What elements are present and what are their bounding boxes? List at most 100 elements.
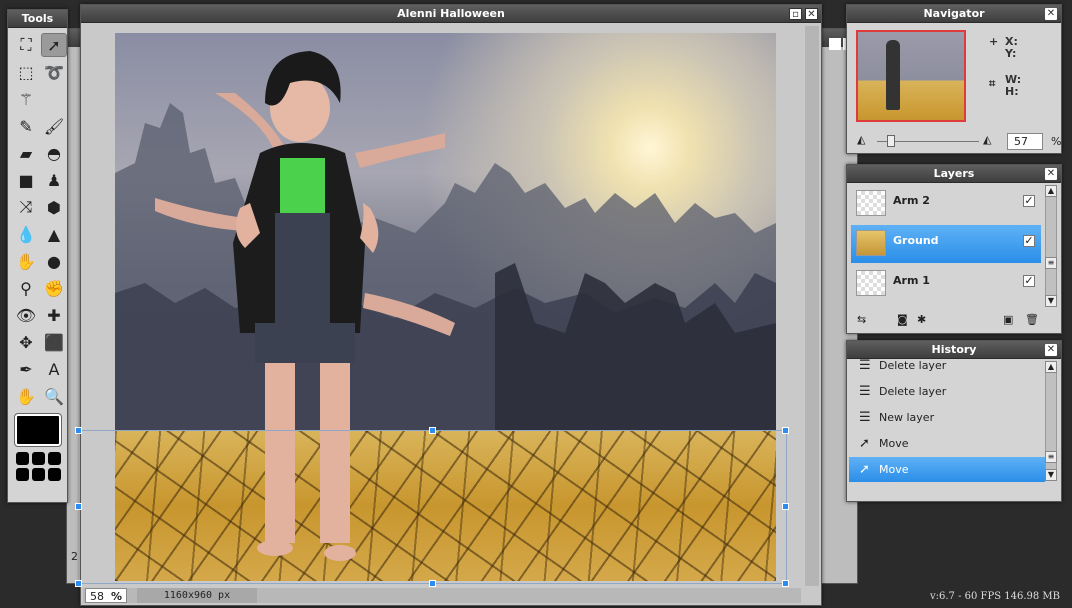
- smudge-icon[interactable]: ✋: [13, 249, 39, 273]
- color-picker-icon[interactable]: ✒: [13, 357, 39, 381]
- history-item[interactable]: ☰ Delete layer: [849, 379, 1045, 404]
- navigator-close-icon[interactable]: ✕: [1045, 8, 1057, 20]
- dodge-icon[interactable]: ⚲: [13, 276, 39, 300]
- preset-swatch[interactable]: [32, 468, 45, 481]
- navigator-thumbnail[interactable]: [856, 30, 966, 122]
- layer-thumbnail: [856, 190, 886, 216]
- vertical-scrollbar[interactable]: [805, 26, 819, 586]
- zoom-slider-knob[interactable]: [887, 135, 895, 147]
- primary-color-swatch[interactable]: [14, 413, 62, 447]
- zoom-in-icon[interactable]: ◭: [983, 133, 991, 146]
- zoom-out-icon[interactable]: ◭: [857, 133, 865, 146]
- tools-panel: Tools ⛶ ➚ ⬚ ➰ ⚚ ✎ 🖌 ▰ ◓ ■ ♟ ⤨ ⬢ 💧 ▲ ✋ ● ⚲ ✊ 👁 ✚ ✥ ⬛ ✒ A ✋ 🔍: [7, 9, 68, 503]
- document-icon: ☰: [859, 384, 871, 399]
- layer-visibility-checkbox[interactable]: ✓: [1023, 235, 1035, 247]
- history-item[interactable]: ☰ Delete layer: [849, 353, 1045, 378]
- lasso-icon[interactable]: ➰: [41, 60, 67, 84]
- layer-row-arm-1[interactable]: Arm 1 ✓: [851, 265, 1041, 303]
- history-close-icon[interactable]: ✕: [1045, 344, 1057, 356]
- preset-swatch[interactable]: [48, 452, 61, 465]
- color-presets: [16, 452, 67, 481]
- history-item[interactable]: ☰ New layer: [849, 405, 1045, 430]
- scroll-up-icon[interactable]: ▲: [1045, 185, 1057, 197]
- layer-styles-icon[interactable]: ✱: [917, 313, 926, 326]
- crop-icon[interactable]: ⛶: [13, 33, 39, 57]
- document-window[interactable]: Alenni Halloween ▫ ✕ 58 % 1160x960 px: [75, 4, 822, 606]
- navigator-panel: Navigator ✕ + X: Y: ⌗ W: H: ◭ ◭ 57 %: [846, 4, 1062, 154]
- layer-row-arm-2[interactable]: Arm 2 ✓: [851, 185, 1041, 223]
- move-icon: ➚: [859, 436, 870, 451]
- preset-swatch[interactable]: [16, 452, 29, 465]
- paint-bucket-icon[interactable]: ◓: [41, 141, 67, 165]
- layer-name: Arm 1: [893, 274, 930, 287]
- move-icon[interactable]: ➚: [41, 33, 67, 57]
- red-eye-icon[interactable]: 👁: [13, 303, 39, 327]
- clone-stamp-icon[interactable]: ♟: [41, 168, 67, 192]
- layer-row-ground[interactable]: Ground ✓: [851, 225, 1041, 263]
- scroll-down-icon[interactable]: ▼: [1045, 295, 1057, 307]
- scroll-up-icon[interactable]: ▲: [1045, 361, 1057, 373]
- navigator-zoom-input[interactable]: 57: [1007, 133, 1043, 150]
- document-icon: ☰: [859, 410, 871, 425]
- pinch-icon[interactable]: ⬛: [41, 330, 67, 354]
- pencil-icon[interactable]: ✎: [13, 114, 39, 138]
- transform-handle[interactable]: [429, 427, 436, 434]
- sponge-icon[interactable]: ●: [41, 249, 67, 273]
- transform-handle[interactable]: [782, 580, 789, 587]
- maximize-button[interactable]: ▫: [789, 8, 802, 20]
- type-icon[interactable]: A: [41, 357, 67, 381]
- preset-swatch[interactable]: [16, 468, 29, 481]
- sharpen-icon[interactable]: ▲: [41, 222, 67, 246]
- transform-handle[interactable]: [75, 427, 82, 434]
- scroll-down-icon[interactable]: ▼: [1045, 469, 1057, 481]
- blank-icon[interactable]: [41, 87, 67, 111]
- gradient-icon[interactable]: ■: [13, 168, 39, 192]
- new-layer-icon[interactable]: ▣: [1003, 313, 1013, 326]
- history-item[interactable]: ➚ Move: [849, 431, 1045, 456]
- hand-icon[interactable]: ✋: [13, 384, 39, 408]
- spot-heal-icon[interactable]: ✚: [41, 303, 67, 327]
- layer-visibility-checkbox[interactable]: ✓: [1023, 195, 1035, 207]
- brush-icon[interactable]: 🖌: [41, 114, 67, 138]
- layer-mask-icon[interactable]: ◙: [897, 313, 908, 326]
- history-scrollbar[interactable]: [1045, 361, 1057, 481]
- navigator-zoom-slider[interactable]: ◭ ◭ 57 %: [855, 133, 1061, 150]
- navigator-zoom-unit: %: [1051, 135, 1062, 148]
- layer-visibility-checkbox[interactable]: ✓: [1023, 275, 1035, 287]
- preset-swatch[interactable]: [32, 452, 45, 465]
- status-bar: 58 % 1160x960 px: [83, 588, 801, 603]
- history-item-selected[interactable]: ➚ Move: [849, 457, 1045, 482]
- layer-name: Arm 2: [893, 194, 930, 207]
- transform-handle[interactable]: [429, 580, 436, 587]
- marquee-icon[interactable]: ⬚: [13, 60, 39, 84]
- layer-name: Ground: [893, 234, 939, 247]
- scroll-thumb[interactable]: ≡: [1045, 257, 1057, 269]
- layers-close-icon[interactable]: ✕: [1045, 168, 1057, 180]
- tools-title: Tools: [8, 10, 67, 28]
- image-canvas[interactable]: [115, 33, 776, 581]
- burn-icon[interactable]: ✊: [41, 276, 67, 300]
- bloat-icon[interactable]: ✥: [13, 330, 39, 354]
- zoom-icon[interactable]: 🔍: [41, 384, 67, 408]
- blur-icon[interactable]: 💧: [13, 222, 39, 246]
- history-item-label: Delete layer: [879, 359, 947, 372]
- transform-handle[interactable]: [75, 503, 82, 510]
- color-replace-icon[interactable]: ⤨: [13, 195, 39, 219]
- subject-figure: [155, 51, 455, 561]
- layers-scrollbar[interactable]: [1045, 185, 1057, 307]
- drawing-icon[interactable]: ⬢: [41, 195, 67, 219]
- magic-wand-icon[interactable]: ⚚: [13, 87, 39, 111]
- transform-handle[interactable]: [782, 427, 789, 434]
- preset-swatch[interactable]: [48, 468, 61, 481]
- layer-settings-icon[interactable]: ⇆: [857, 313, 866, 326]
- layer-toolbar: ⇆ ◙ ✱ ▣ 🗑: [853, 313, 1053, 327]
- zoom-field[interactable]: 58 %: [85, 588, 127, 603]
- close-window-button[interactable]: ✕: [805, 8, 818, 20]
- layers-title: Layers: [847, 165, 1061, 183]
- scroll-thumb[interactable]: ≡: [1045, 451, 1057, 463]
- transform-handle[interactable]: [75, 580, 82, 587]
- eraser-icon[interactable]: ▰: [13, 141, 39, 165]
- delete-layer-icon[interactable]: 🗑: [1025, 313, 1039, 326]
- history-item-label: Move: [879, 463, 909, 476]
- transform-handle[interactable]: [782, 503, 789, 510]
